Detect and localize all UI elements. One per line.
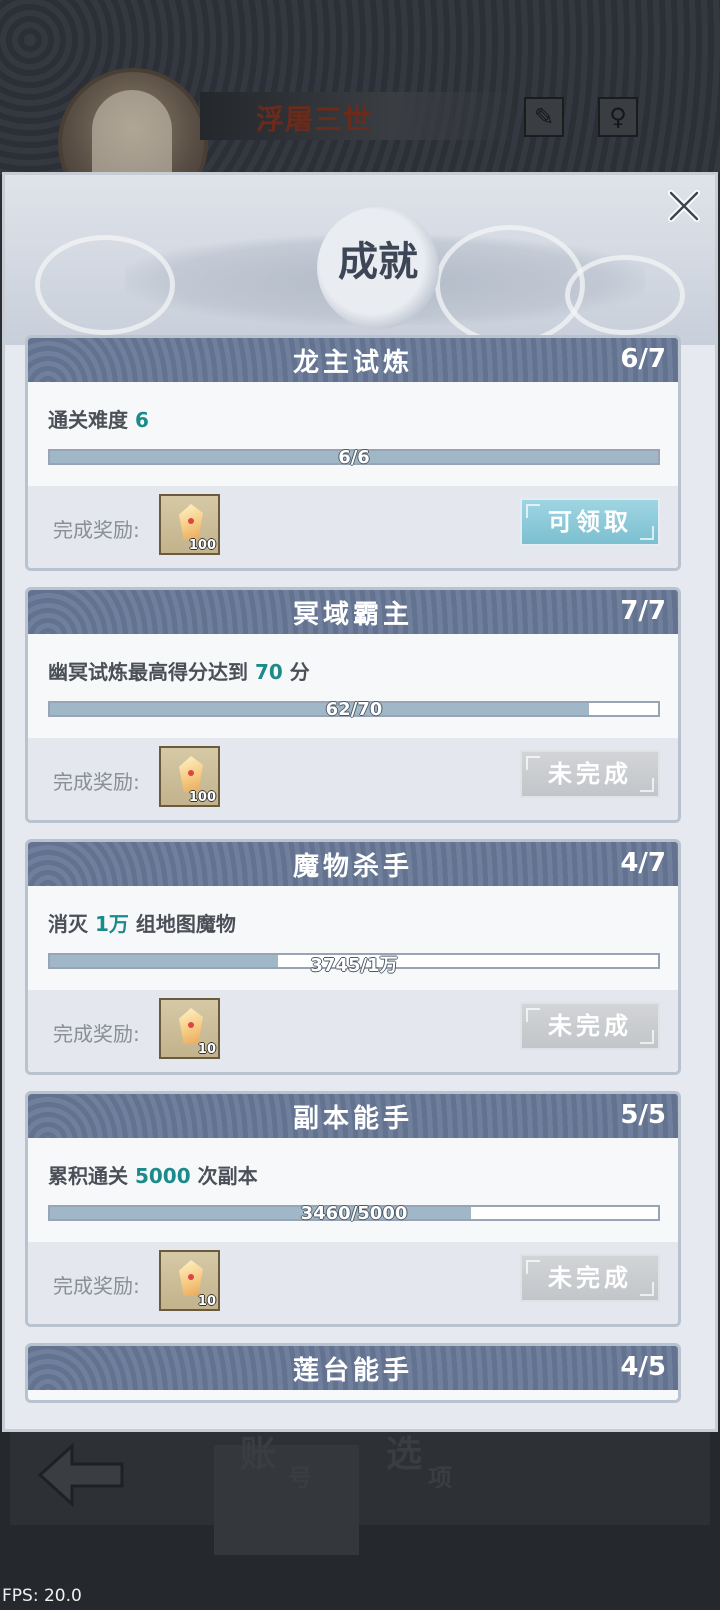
achievement-title: 龙主试炼 [292, 348, 413, 378]
gem-mark [188, 1022, 194, 1028]
card-header: 莲台能手 4/5 [28, 1346, 678, 1390]
achievement-stage: 4/5 [620, 1352, 666, 1382]
reward-quantity: 100 [188, 790, 216, 805]
task-text: 通关难度 [48, 408, 135, 432]
button-corner [640, 526, 654, 540]
progress-text: 3460/5000 [300, 1203, 408, 1224]
tab-account[interactable] [214, 1445, 359, 1555]
button-label: 可领取 [548, 508, 632, 536]
dialog-header: 成就 [5, 175, 715, 345]
achievement-card: 龙主试炼 6/7 通关难度 6 6/6 完成奖励: 100 可领取 [25, 335, 681, 571]
reward-item[interactable]: 10 [159, 998, 220, 1059]
reward-item[interactable]: 10 [159, 1250, 220, 1311]
tab-options-label[interactable]: 选 [386, 1425, 422, 1477]
reward-row: 完成奖励: 10 未完成 [28, 990, 678, 1072]
profile-icon[interactable]: ♀ [598, 97, 638, 137]
progress-bar: 6/6 [48, 447, 660, 468]
tab-options-sublabel: 项 [428, 1464, 452, 1492]
task-description: 幽冥试炼最高得分达到 70 分 [48, 656, 310, 685]
achievement-title: 魔物杀手 [292, 852, 413, 882]
achievement-title: 副本能手 [292, 1104, 413, 1134]
task-highlight: 5000 [134, 1164, 191, 1188]
reward-row: 完成奖励: 100 未完成 [28, 738, 678, 820]
player-name: 浮屠三世 [256, 103, 373, 136]
back-arrow-icon[interactable] [36, 1440, 126, 1510]
incomplete-button[interactable]: 未完成 [520, 1254, 660, 1302]
progress-text: 62/70 [325, 699, 383, 720]
task-description: 通关难度 6 [48, 404, 149, 433]
button-corner [526, 1008, 540, 1022]
name-plate: 浮屠三世 [200, 92, 520, 140]
reward-quantity: 10 [197, 1294, 216, 1309]
gem-mark [188, 1274, 194, 1280]
button-corner [640, 778, 654, 792]
reward-label: 完成奖励: [53, 770, 140, 794]
task-description: 累积通关 5000 次副本 [48, 1160, 258, 1189]
reward-quantity: 100 [188, 538, 216, 553]
progress-bar: 62/70 [48, 699, 660, 720]
button-corner [526, 504, 540, 518]
achievement-card: 魔物杀手 4/7 消灭 1万 组地图魔物 3745/1万 完成奖励: 10 未完… [25, 839, 681, 1075]
gem-mark [188, 518, 194, 524]
progress-bar: 3745/1万 [48, 953, 660, 976]
reward-row: 完成奖励: 100 可领取 [28, 486, 678, 568]
button-corner [640, 1030, 654, 1044]
brush-icon[interactable]: ✎ [524, 97, 564, 137]
incomplete-button[interactable]: 未完成 [520, 1002, 660, 1050]
reward-label: 完成奖励: [53, 518, 140, 542]
incomplete-button[interactable]: 未完成 [520, 750, 660, 798]
button-label: 未完成 [548, 760, 632, 788]
achievement-title: 莲台能手 [292, 1356, 413, 1386]
progress-text: 3745/1万 [310, 955, 398, 976]
reward-label: 完成奖励: [53, 1022, 140, 1046]
achievement-list[interactable]: 龙主试炼 6/7 通关难度 6 6/6 完成奖励: 100 可领取 冥域霸主 7… [25, 335, 685, 1419]
claim-button[interactable]: 可领取 [520, 498, 660, 546]
progress-text: 6/6 [338, 447, 370, 468]
cloud-decoration [35, 235, 175, 335]
reward-label: 完成奖励: [53, 1274, 140, 1298]
achievement-stage: 6/7 [620, 344, 666, 374]
cloud-decoration [565, 255, 685, 335]
progress-bar: 3460/5000 [48, 1203, 660, 1224]
achievement-card: 副本能手 5/5 累积通关 5000 次副本 3460/5000 完成奖励: 1… [25, 1091, 681, 1327]
card-header: 冥域霸主 7/7 [28, 590, 678, 634]
card-header: 龙主试炼 6/7 [28, 338, 678, 382]
tab-account-label: 账 [240, 1434, 277, 1475]
achievement-stage: 4/7 [620, 848, 666, 878]
task-highlight: 6 [134, 408, 149, 432]
task-text: 累积通关 [48, 1164, 135, 1188]
close-icon[interactable] [667, 189, 701, 223]
task-highlight: 70 [254, 660, 283, 684]
task-text: 消灭 [48, 912, 95, 936]
achievement-card: 冥域霸主 7/7 幽冥试炼最高得分达到 70 分 62/70 完成奖励: 100… [25, 587, 681, 823]
achievement-stage: 5/5 [620, 1100, 666, 1130]
reward-row: 完成奖励: 10 未完成 [28, 1242, 678, 1324]
achievement-card: 莲台能手 4/5 [25, 1343, 681, 1403]
card-header: 魔物杀手 4/7 [28, 842, 678, 886]
reward-quantity: 10 [197, 1042, 216, 1057]
tab-account-sublabel: 号 [288, 1464, 312, 1492]
button-label: 未完成 [548, 1264, 632, 1292]
cloud-decoration [435, 225, 585, 345]
button-corner [526, 1260, 540, 1274]
reward-item[interactable]: 100 [159, 494, 220, 555]
dialog-title: 成就 [338, 238, 418, 285]
fps-counter: FPS: 20.0 [2, 1586, 82, 1606]
button-label: 未完成 [548, 1012, 632, 1040]
gem-mark [188, 770, 194, 776]
achievement-stage: 7/7 [620, 596, 666, 626]
task-description: 消灭 1万 组地图魔物 [48, 908, 236, 937]
task-text: 幽冥试炼最高得分达到 [48, 660, 255, 684]
title-disc: 成就 [317, 207, 439, 329]
task-text: 组地图魔物 [128, 912, 236, 936]
button-corner [526, 756, 540, 770]
reward-item[interactable]: 100 [159, 746, 220, 807]
achievement-title: 冥域霸主 [292, 600, 413, 630]
task-highlight: 1万 [94, 912, 129, 936]
task-text: 次副本 [190, 1164, 258, 1188]
button-corner [640, 1282, 654, 1296]
task-text: 分 [282, 660, 310, 684]
achievements-dialog: 成就 龙主试炼 6/7 通关难度 6 6/6 完成奖励: 100 可领取 冥域霸… [2, 172, 718, 1432]
card-header: 副本能手 5/5 [28, 1094, 678, 1138]
